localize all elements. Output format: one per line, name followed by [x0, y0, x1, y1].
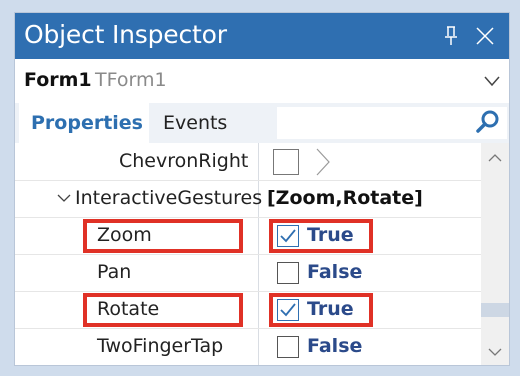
expander-icon[interactable]: [57, 193, 71, 203]
property-name: ChevronRight: [119, 150, 249, 172]
pin-icon[interactable]: [443, 25, 459, 47]
checkbox[interactable]: [273, 149, 299, 175]
property-value: False: [307, 335, 363, 357]
highlight-box-rotate-value: [269, 293, 373, 327]
checkbox[interactable]: [277, 336, 299, 358]
chevron-down-icon[interactable]: [483, 74, 501, 88]
chevron-right-icon: [316, 148, 330, 176]
property-value[interactable]: [Zoom,Rotate]: [267, 180, 423, 217]
scroll-thumb[interactable]: [481, 303, 509, 317]
tab-strip: Properties Events: [15, 103, 509, 143]
tab-properties-label: Properties: [31, 112, 143, 134]
title-bar[interactable]: Object Inspector: [15, 13, 509, 59]
form-type: TForm1: [95, 69, 167, 91]
form-name: Form1: [24, 69, 92, 91]
property-name: TwoFingerTap: [97, 335, 224, 357]
highlight-box-zoom-value: [269, 219, 373, 253]
property-value: False: [307, 261, 363, 283]
tab-events[interactable]: Events: [163, 112, 227, 134]
scroll-up-icon[interactable]: [488, 153, 502, 163]
form-selector[interactable]: Form1 TForm1: [15, 59, 509, 103]
search-input[interactable]: [277, 107, 507, 139]
property-row[interactable]: ChevronRight: [15, 143, 481, 181]
property-grid: ChevronRight InteractiveGestures [Zoom,R…: [15, 143, 509, 365]
property-row[interactable]: TwoFingerTap False: [15, 328, 481, 365]
highlight-box-rotate-name: [83, 293, 243, 327]
highlight-box-zoom-name: [83, 219, 243, 253]
property-name: Pan: [97, 261, 132, 283]
window-title: Object Inspector: [24, 20, 227, 49]
property-name: InteractiveGestures: [75, 187, 263, 209]
property-row[interactable]: InteractiveGestures [Zoom,Rotate]: [15, 180, 481, 218]
close-icon[interactable]: [473, 24, 497, 48]
scroll-down-icon[interactable]: [488, 347, 502, 357]
property-row[interactable]: Pan False: [15, 254, 481, 292]
object-inspector-panel: Object Inspector Form1 TForm1 Properties…: [14, 12, 510, 366]
search-icon[interactable]: [475, 109, 501, 135]
tab-properties[interactable]: Properties: [19, 103, 149, 143]
checkbox[interactable]: [277, 262, 299, 284]
vertical-scrollbar[interactable]: [481, 143, 509, 365]
